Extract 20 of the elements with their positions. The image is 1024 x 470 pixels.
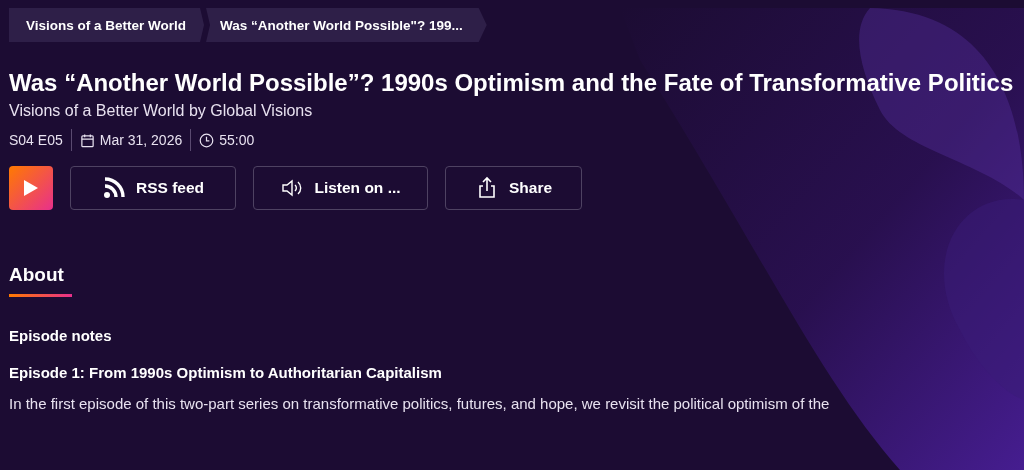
breadcrumb-link[interactable]: Visions of a Better World — [9, 8, 205, 42]
share-button[interactable]: Share — [445, 166, 582, 210]
rss-feed-button[interactable]: RSS feed — [70, 166, 236, 210]
episode-title: Was “Another World Possible”? 1990s Optimism and the Fate of Transformative Politics — [9, 68, 1014, 97]
play-button[interactable] — [9, 166, 53, 210]
heading-underline — [9, 294, 72, 297]
notes-heading: Episode notes — [9, 327, 113, 344]
calendar-icon — [79, 132, 95, 148]
episode-duration: 55:00 — [219, 132, 255, 148]
breadcrumb-link[interactable]: Was “Another World Possible"? 199... — [206, 8, 487, 42]
episode-description: In the first episode of this two-part series on transformative politics, futures, and hope, we revisit the political optimism of the — [9, 395, 831, 412]
episode-date: Mar 31, 2026 — [99, 132, 183, 148]
rss-icon — [101, 176, 126, 200]
play-icon — [23, 179, 39, 197]
episode-heading: Episode 1: From 1990s Optimism to Authoritarian Capitalism — [9, 364, 443, 381]
listen-on-button[interactable]: Listen on ... — [253, 166, 428, 210]
episode-number: S04 E05 — [9, 132, 63, 148]
clock-icon — [199, 132, 215, 148]
about-heading: About — [9, 264, 65, 286]
show-byline: Visions of a Better World by Global Visions — [9, 102, 314, 120]
